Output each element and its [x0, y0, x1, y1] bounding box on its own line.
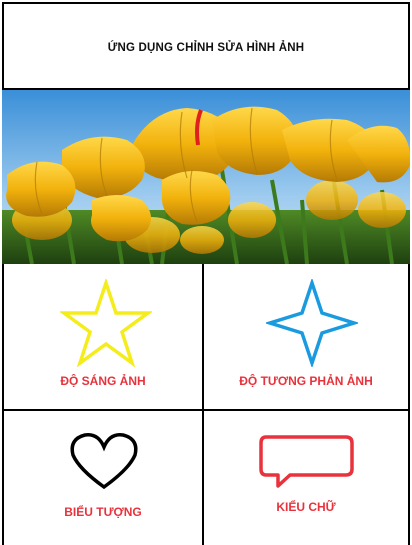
- contrast-button[interactable]: ĐỘ TƯƠNG PHẢN ẢNH: [202, 264, 410, 411]
- app-frame: ỨNG DỤNG CHỈNH SỬA HÌNH ẢNH ĐỘ SÁNG ẢNH …: [0, 0, 412, 545]
- tulips-image: [2, 90, 410, 264]
- contrast-label: ĐỘ TƯƠNG PHẢN ẢNH: [239, 374, 373, 388]
- symbol-label: BIỂU TƯỢNG: [64, 505, 142, 519]
- font-style-button[interactable]: KIỂU CHỮ: [202, 409, 410, 545]
- app-header: ỨNG DỤNG CHỈNH SỬA HÌNH ẢNH: [2, 2, 410, 90]
- four-point-star-icon: [266, 279, 358, 367]
- brightness-label: ĐỘ SÁNG ẢNH: [60, 374, 146, 388]
- menu-grid: ĐỘ SÁNG ẢNH ĐỘ TƯƠNG PHẢN ẢNH BIỂU TƯỢNG…: [2, 264, 410, 545]
- symbol-button[interactable]: BIỂU TƯỢNG: [2, 409, 204, 545]
- font-style-label: KIỂU CHỮ: [276, 500, 336, 514]
- app-title: ỨNG DỤNG CHỈNH SỬA HÌNH ẢNH: [107, 42, 305, 54]
- star-icon: [60, 279, 152, 367]
- speech-bubble-icon: [259, 435, 354, 488]
- heart-icon: [70, 433, 138, 490]
- yellow-tulips-photo[interactable]: [2, 90, 410, 264]
- brightness-button[interactable]: ĐỘ SÁNG ẢNH: [2, 264, 204, 411]
